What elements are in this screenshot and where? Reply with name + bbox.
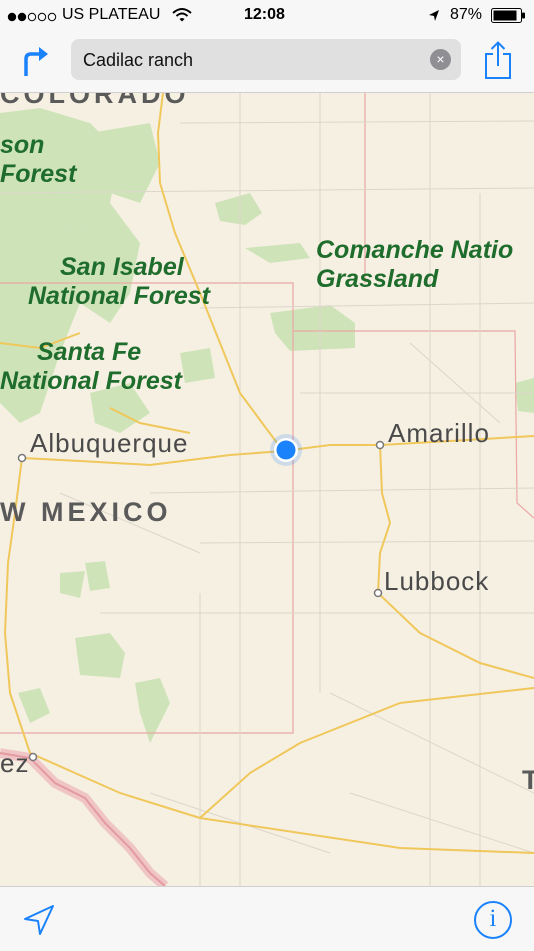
forest-label: Grassland [316, 265, 439, 293]
city-label-lubbock[interactable]: Lubbock [384, 566, 489, 597]
clear-icon: × [436, 51, 445, 67]
forest-label: Forest [0, 160, 77, 188]
status-bar: US PLATEAU 12:08 87% [0, 0, 534, 32]
city-label-amarillo[interactable]: Amarillo [388, 418, 490, 449]
map-canvas[interactable] [0, 93, 534, 886]
forest-label: San Isabel [60, 253, 184, 281]
wifi-icon [172, 8, 192, 22]
map-view[interactable]: COLORADO son Forest San Isabel National … [0, 93, 534, 886]
forest-label: Santa Fe [37, 338, 142, 366]
forest-label: National Forest [0, 367, 182, 395]
clock: 12:08 [244, 6, 285, 23]
carrier-name: US PLATEAU [62, 6, 161, 23]
share-button[interactable] [482, 40, 514, 82]
battery-percent: 87% [450, 6, 483, 23]
forest-label: son [0, 131, 45, 159]
battery-icon [491, 8, 525, 23]
current-location-dot [276, 440, 296, 460]
current-location-button[interactable] [22, 903, 56, 937]
location-services-icon [429, 10, 439, 21]
info-button[interactable]: i [474, 901, 512, 939]
city-label-albuquerque[interactable]: Albuquerque [30, 428, 188, 459]
clear-search-button[interactable]: × [430, 49, 451, 70]
bottom-toolbar: i [0, 886, 534, 951]
share-icon [485, 41, 511, 79]
forest-label: Comanche Natio [316, 236, 514, 264]
state-label-colorado: COLORADO [0, 93, 190, 109]
state-label-partial: T [522, 765, 534, 796]
turn-right-arrow-icon [24, 47, 48, 76]
search-toolbar: Cadilac ranch × [0, 32, 534, 93]
info-icon: i [489, 905, 497, 932]
search-field[interactable]: Cadilac ranch × [71, 39, 461, 80]
directions-button[interactable] [18, 43, 52, 79]
city-label-partial[interactable]: ez [0, 748, 29, 779]
search-input[interactable]: Cadilac ranch [83, 50, 193, 71]
state-label-new-mexico: W MEXICO [0, 497, 172, 527]
forest-label: National Forest [28, 282, 210, 310]
signal-strength-icon [7, 12, 57, 22]
location-arrow-icon [24, 905, 54, 935]
